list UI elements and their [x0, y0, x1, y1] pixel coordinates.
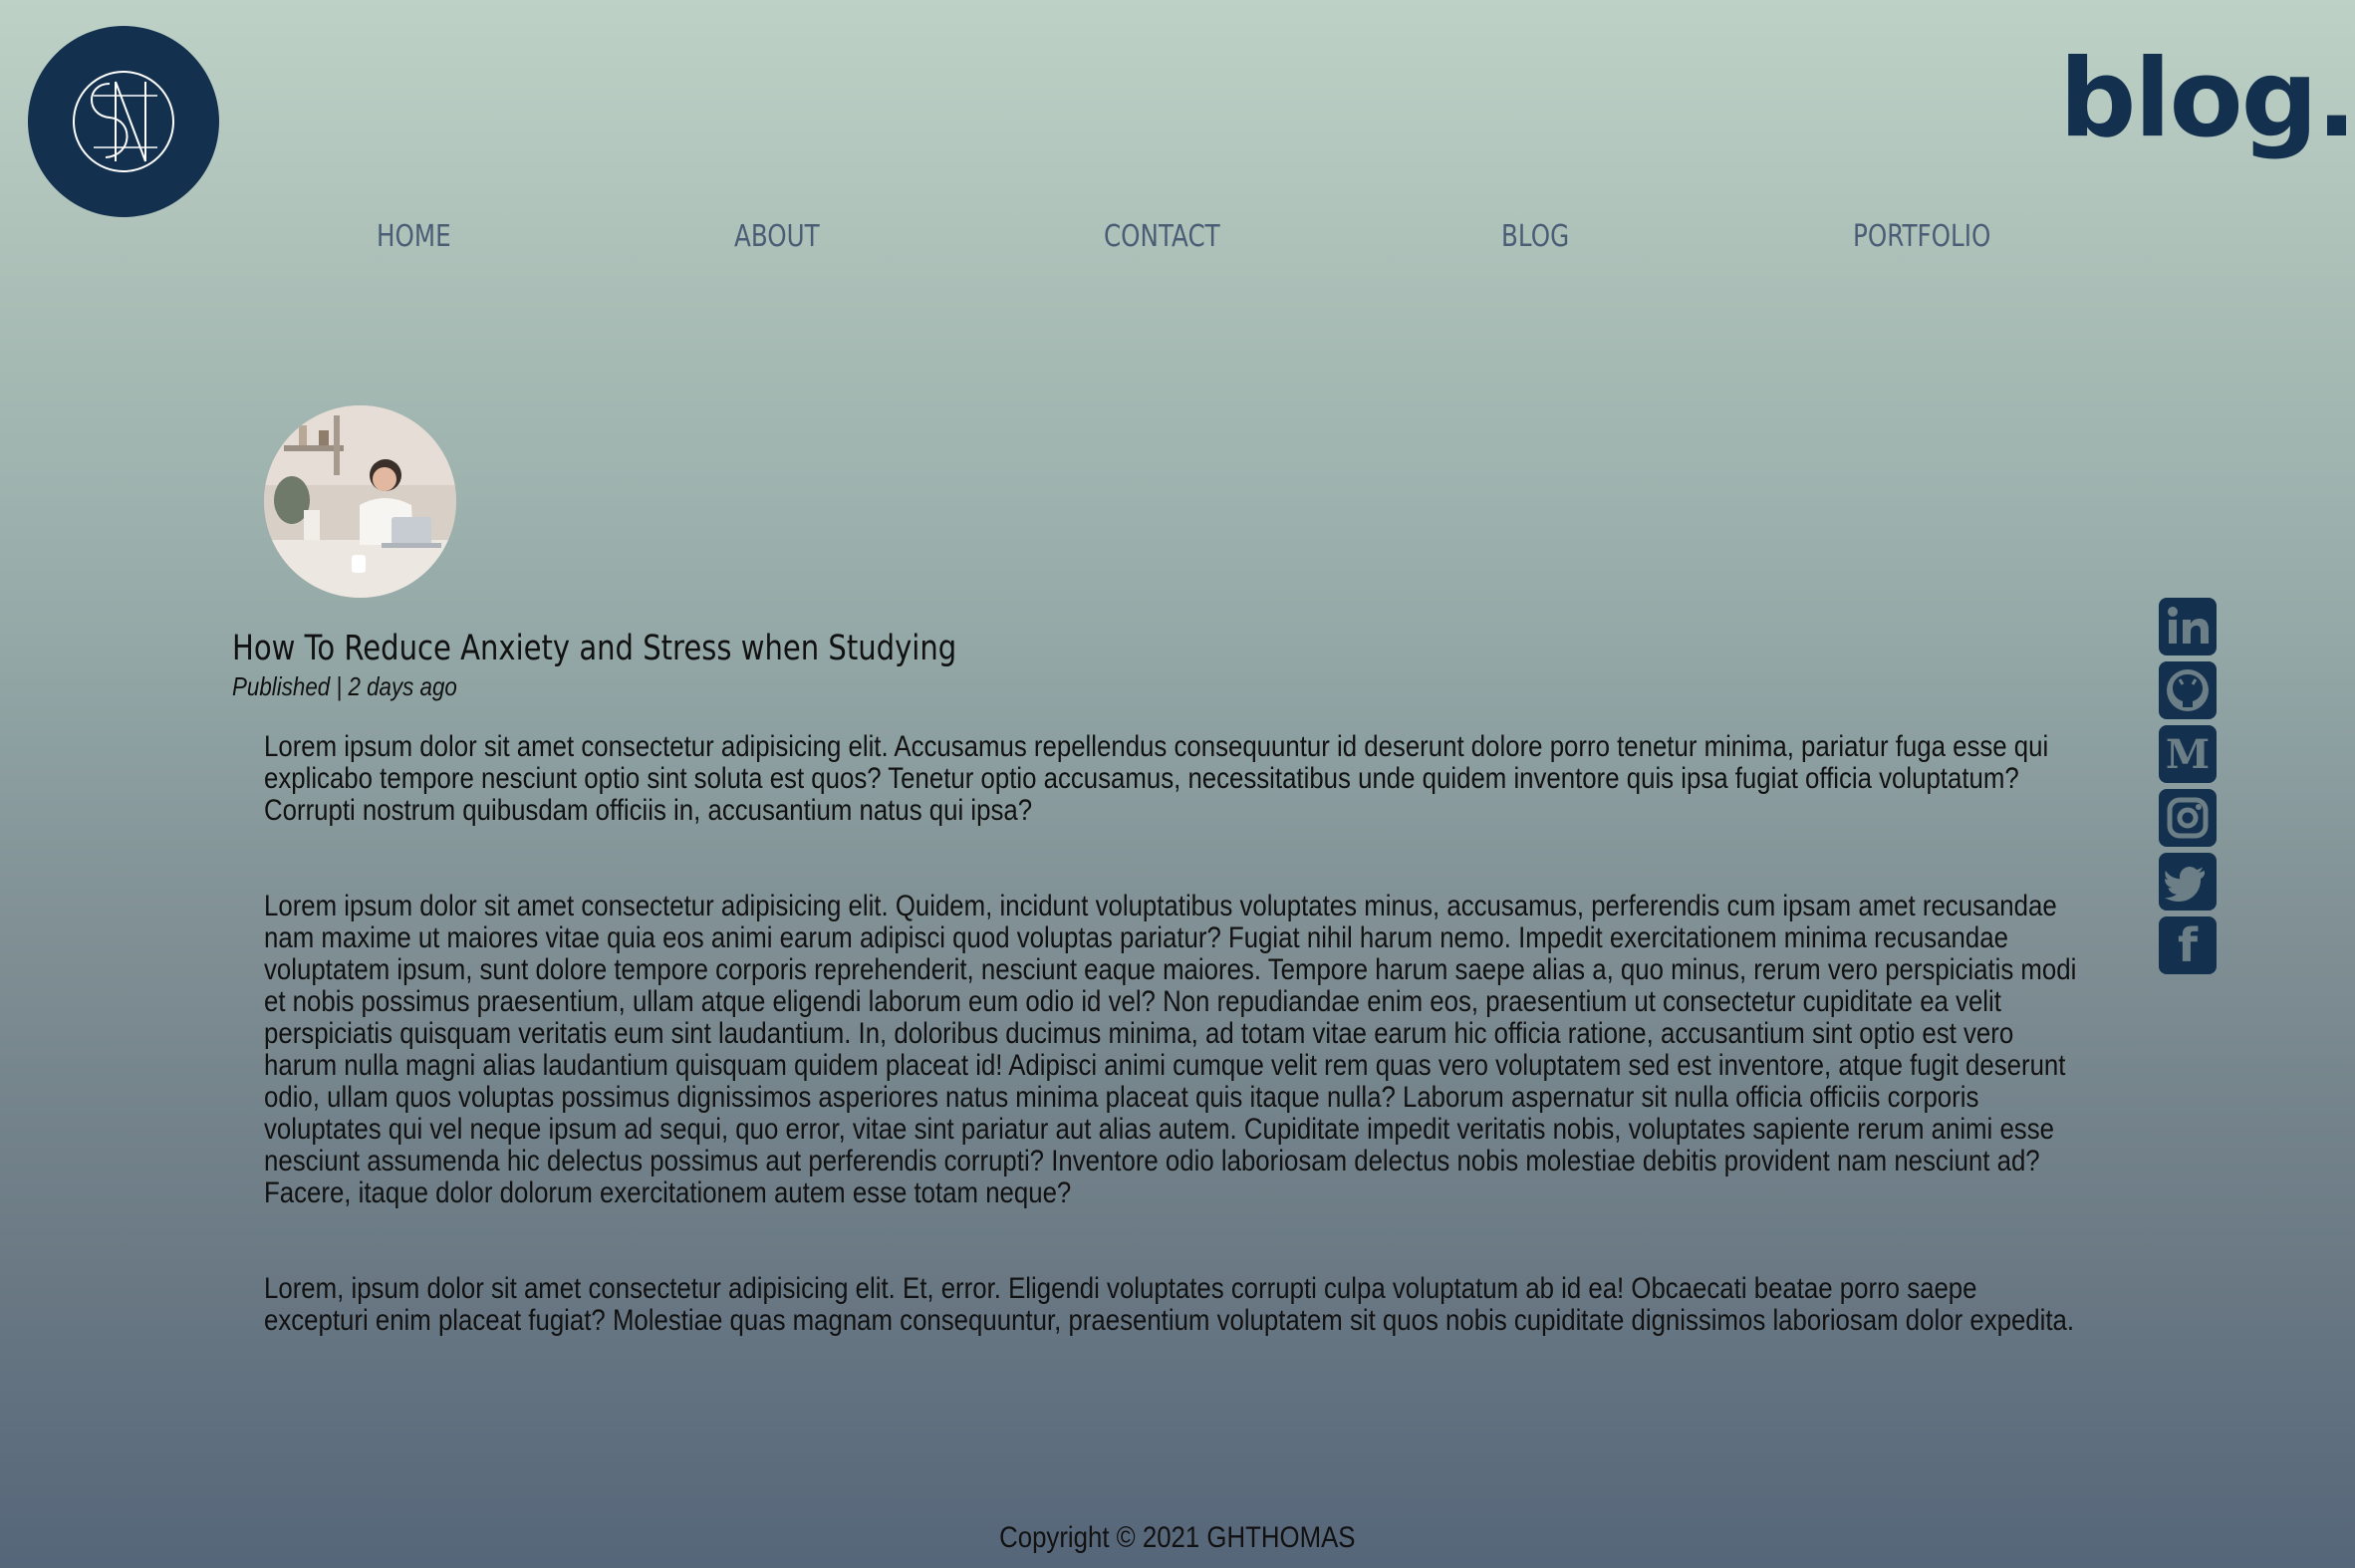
- copyright-text: Copyright © 2021 GHTHOMAS: [999, 1521, 1356, 1554]
- twitter-icon[interactable]: [2159, 853, 2217, 911]
- main-nav: HOME ABOUT CONTACT BLOG PORTFOLIO: [0, 211, 2355, 263]
- linkedin-icon[interactable]: [2159, 598, 2217, 655]
- nav-home[interactable]: HOME: [377, 211, 451, 263]
- instagram-icon[interactable]: [2159, 789, 2217, 847]
- paragraph-3: Lorem, ipsum dolor sit amet consectetur …: [264, 1272, 2075, 1337]
- nav-about[interactable]: ABOUT: [734, 211, 820, 263]
- facebook-icon[interactable]: f: [2159, 916, 2217, 974]
- github-icon[interactable]: [2159, 661, 2217, 719]
- nav-contact[interactable]: CONTACT: [1104, 211, 1220, 263]
- site-logo[interactable]: [28, 26, 219, 217]
- footer: Copyright © 2021 GHTHOMAS: [0, 1518, 2355, 1558]
- post-title[interactable]: How To Reduce Anxiety and Stress when St…: [232, 625, 956, 672]
- post-thumbnail: [264, 405, 456, 598]
- paragraph-1: Lorem ipsum dolor sit amet consectetur a…: [264, 730, 2049, 827]
- post-body: Lorem ipsum dolor sit amet consectetur a…: [264, 731, 2085, 1401]
- nav-portfolio[interactable]: PORTFOLIO: [1853, 211, 1990, 263]
- brand-title: blog.: [2059, 37, 2355, 161]
- woman-at-laptop-image: [264, 405, 456, 598]
- medium-icon[interactable]: M: [2159, 725, 2217, 783]
- monogram-icon: [73, 71, 174, 172]
- nav-blog[interactable]: BLOG: [1501, 211, 1569, 263]
- post-meta: Published | 2 days ago: [232, 671, 457, 701]
- paragraph-2: Lorem ipsum dolor sit amet consectetur a…: [264, 890, 2077, 1209]
- social-links: M f: [2159, 598, 2219, 980]
